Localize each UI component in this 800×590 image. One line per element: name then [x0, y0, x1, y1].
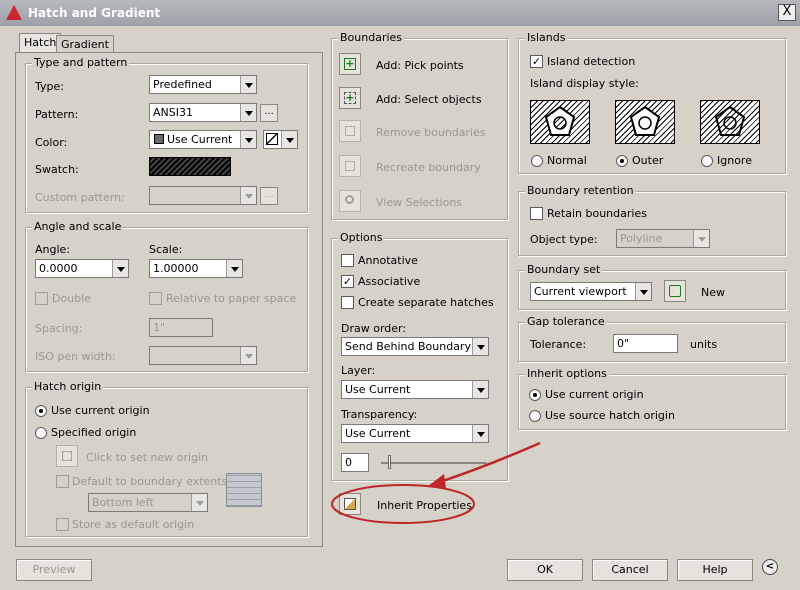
preview-button: Preview [16, 559, 92, 581]
ok-button[interactable]: OK [507, 559, 583, 581]
annotation-overlay [331, 441, 541, 524]
cancel-button[interactable]: Cancel [592, 559, 668, 581]
hatch-gradient-dialog: Hatch and Gradient X Hatch Gradient Type… [0, 0, 800, 590]
annotation-ellipse-icon [331, 484, 475, 524]
more-options-icon[interactable]: < [762, 559, 778, 575]
help-button[interactable]: Help [677, 559, 753, 581]
annotation-arrow-icon [439, 441, 541, 484]
